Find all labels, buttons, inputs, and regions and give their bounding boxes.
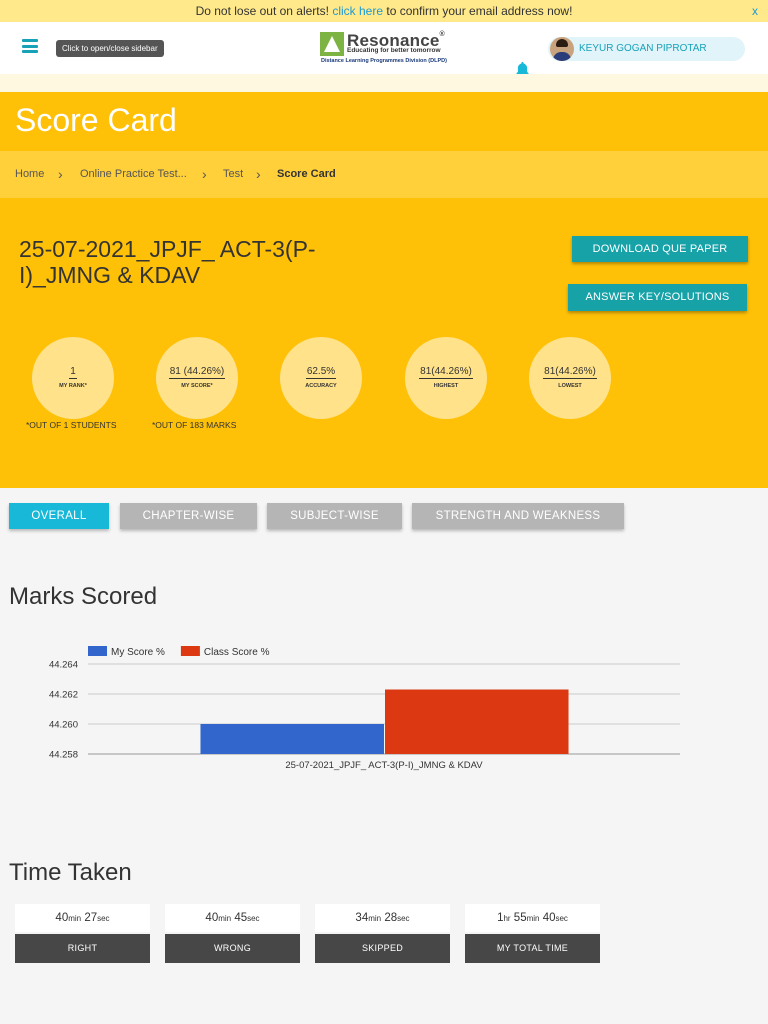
time-unit: sec — [247, 914, 260, 923]
stat-label: MY RANK* — [59, 383, 87, 389]
tab-subject-wise[interactable]: SUBJECT-WISE — [267, 503, 402, 529]
time-unit: min — [218, 914, 232, 923]
legend-label: My Score % — [111, 647, 165, 658]
email-alert-bar: Do not lose out on alerts! click here to… — [0, 0, 768, 22]
chevron-right-icon: › — [202, 166, 207, 182]
y-tick-label: 44.262 — [49, 690, 78, 701]
stat-value: 62.5% — [305, 366, 337, 379]
time-unit: hr — [503, 914, 511, 923]
y-tick-label: 44.258 — [49, 750, 78, 761]
y-tick-label: 44.264 — [49, 660, 78, 671]
marks-scored-title: Marks Scored — [9, 583, 158, 610]
time-taken-title: Time Taken — [9, 859, 132, 886]
stat-value: 81(44.26%) — [543, 366, 597, 379]
logo-registered: ® — [439, 31, 445, 38]
time-value: 1hr 55min 40sec — [465, 904, 600, 932]
time-card-right: 40min 27sec RIGHT — [15, 904, 150, 963]
stat-value: 81(44.26%) — [419, 366, 473, 379]
legend-label: Class Score % — [204, 647, 270, 658]
time-card-total: 1hr 55min 40sec MY TOTAL TIME — [465, 904, 600, 963]
user-profile-menu[interactable]: KEYUR GOGAN PIPROTAR — [548, 37, 745, 61]
logo-division: Distance Learning Programmes Division (D… — [321, 58, 447, 64]
time-number: 40 — [542, 912, 556, 924]
time-number: 27 — [84, 912, 98, 924]
confirm-email-link[interactable]: click here — [332, 4, 383, 18]
time-number: 40 — [55, 912, 69, 924]
tab-strength-and-weakness[interactable]: STRENGTH AND WEAKNESS — [412, 503, 624, 529]
time-value: 40min 27sec — [15, 904, 150, 932]
stat-my-rank: 1 MY RANK* — [32, 337, 114, 419]
chevron-right-icon: › — [256, 166, 261, 182]
top-header: Click to open/close sidebar Resonance® E… — [0, 22, 768, 77]
time-unit: sec — [555, 914, 568, 923]
score-summary-panel: 25-07-2021_JPJF_ ACT-3(P-I)_JMNG & KDAV … — [0, 198, 768, 488]
time-card-skipped: 34min 28sec SKIPPED — [315, 904, 450, 963]
alert-text-before: Do not lose out on alerts! — [195, 4, 329, 18]
header-divider-strip — [0, 74, 768, 92]
report-tabs: OVERALL CHAPTER-WISE SUBJECT-WISE STRENG… — [0, 503, 768, 531]
time-unit: sec — [97, 914, 110, 923]
stat-label: MY SCORE* — [181, 383, 213, 389]
download-question-paper-button[interactable]: DOWNLOAD QUE PAPER — [572, 236, 748, 262]
time-value: 34min 28sec — [315, 904, 450, 932]
breadcrumb-test[interactable]: Test — [223, 151, 243, 198]
stat-value: 1 — [69, 366, 77, 379]
time-number: 55 — [513, 912, 527, 924]
time-unit: min — [368, 914, 382, 923]
breadcrumb-online-practice-test[interactable]: Online Practice Test... — [80, 151, 187, 198]
legend-swatch — [180, 646, 200, 656]
bar-my-score — [200, 724, 384, 754]
time-number: 34 — [355, 912, 369, 924]
stat-label: HIGHEST — [433, 383, 459, 389]
time-unit: sec — [397, 914, 410, 923]
tab-chapter-wise[interactable]: CHAPTER-WISE — [120, 503, 257, 529]
avatar — [550, 37, 574, 61]
resonance-logo[interactable]: Resonance® Educating for better tomorrow… — [320, 31, 460, 66]
time-label: WRONG — [165, 934, 300, 963]
stat-value: 81 (44.26%) — [168, 366, 226, 379]
logo-tagline: Educating for better tomorrow — [347, 47, 441, 54]
marks-bar-chart: My Score % Class Score % 44.258 44.260 44.26… — [49, 646, 680, 771]
page-title: Score Card — [15, 102, 177, 138]
time-taken-grid: 40min 27sec RIGHT 40min 45sec WRONG 34mi… — [0, 904, 768, 964]
time-unit: min — [526, 914, 540, 923]
logo-mark-icon — [320, 32, 344, 56]
chevron-right-icon: › — [58, 166, 63, 182]
user-name: KEYUR GOGAN PIPROTAR — [579, 43, 707, 54]
y-tick-label: 44.260 — [49, 720, 78, 731]
breadcrumb-score-card: Score Card — [277, 168, 336, 180]
marks-chart: My Score % Class Score % 44.258 44.260 44.26… — [0, 640, 768, 780]
time-card-wrong: 40min 45sec WRONG — [165, 904, 300, 963]
time-number: 40 — [205, 912, 219, 924]
hamburger-menu-icon[interactable] — [22, 39, 38, 53]
answer-key-solutions-button[interactable]: ANSWER KEY/SOLUTIONS — [568, 284, 747, 311]
title-band: Score Card — [0, 92, 768, 151]
breadcrumb: Home › Online Practice Test... › Test › … — [0, 151, 768, 198]
stat-accuracy: 62.5% ACCURACY — [280, 337, 362, 419]
alert-text-after: to confirm your email address now! — [386, 4, 573, 18]
x-category-label: 25-07-2021_JPJF_ ACT-3(P-I)_JMNG & KDAV — [285, 760, 483, 771]
breadcrumb-home[interactable]: Home — [15, 151, 44, 198]
time-label: RIGHT — [15, 934, 150, 963]
stat-my-score: 81 (44.26%) MY SCORE* — [156, 337, 238, 419]
time-number: 45 — [234, 912, 248, 924]
time-unit: min — [68, 914, 82, 923]
time-label: SKIPPED — [315, 934, 450, 963]
tab-overall[interactable]: OVERALL — [9, 503, 109, 529]
rank-footnote: *OUT OF 1 STUDENTS — [26, 420, 117, 430]
time-label: MY TOTAL TIME — [465, 934, 600, 963]
test-name: 25-07-2021_JPJF_ ACT-3(P-I)_JMNG & KDAV — [19, 236, 316, 288]
score-footnote: *OUT OF 183 MARKS — [152, 420, 237, 430]
time-value: 40min 45sec — [165, 904, 300, 932]
stat-label: LOWEST — [558, 383, 582, 389]
stat-highest: 81(44.26%) HIGHEST — [405, 337, 487, 419]
stat-lowest: 81(44.26%) LOWEST — [529, 337, 611, 419]
sidebar-tooltip: Click to open/close sidebar — [56, 40, 164, 57]
bar-class-score — [385, 689, 569, 754]
stat-label: ACCURACY — [305, 383, 337, 389]
legend-swatch — [88, 646, 107, 656]
close-alert-button[interactable]: x — [752, 0, 758, 22]
time-number: 28 — [384, 912, 398, 924]
